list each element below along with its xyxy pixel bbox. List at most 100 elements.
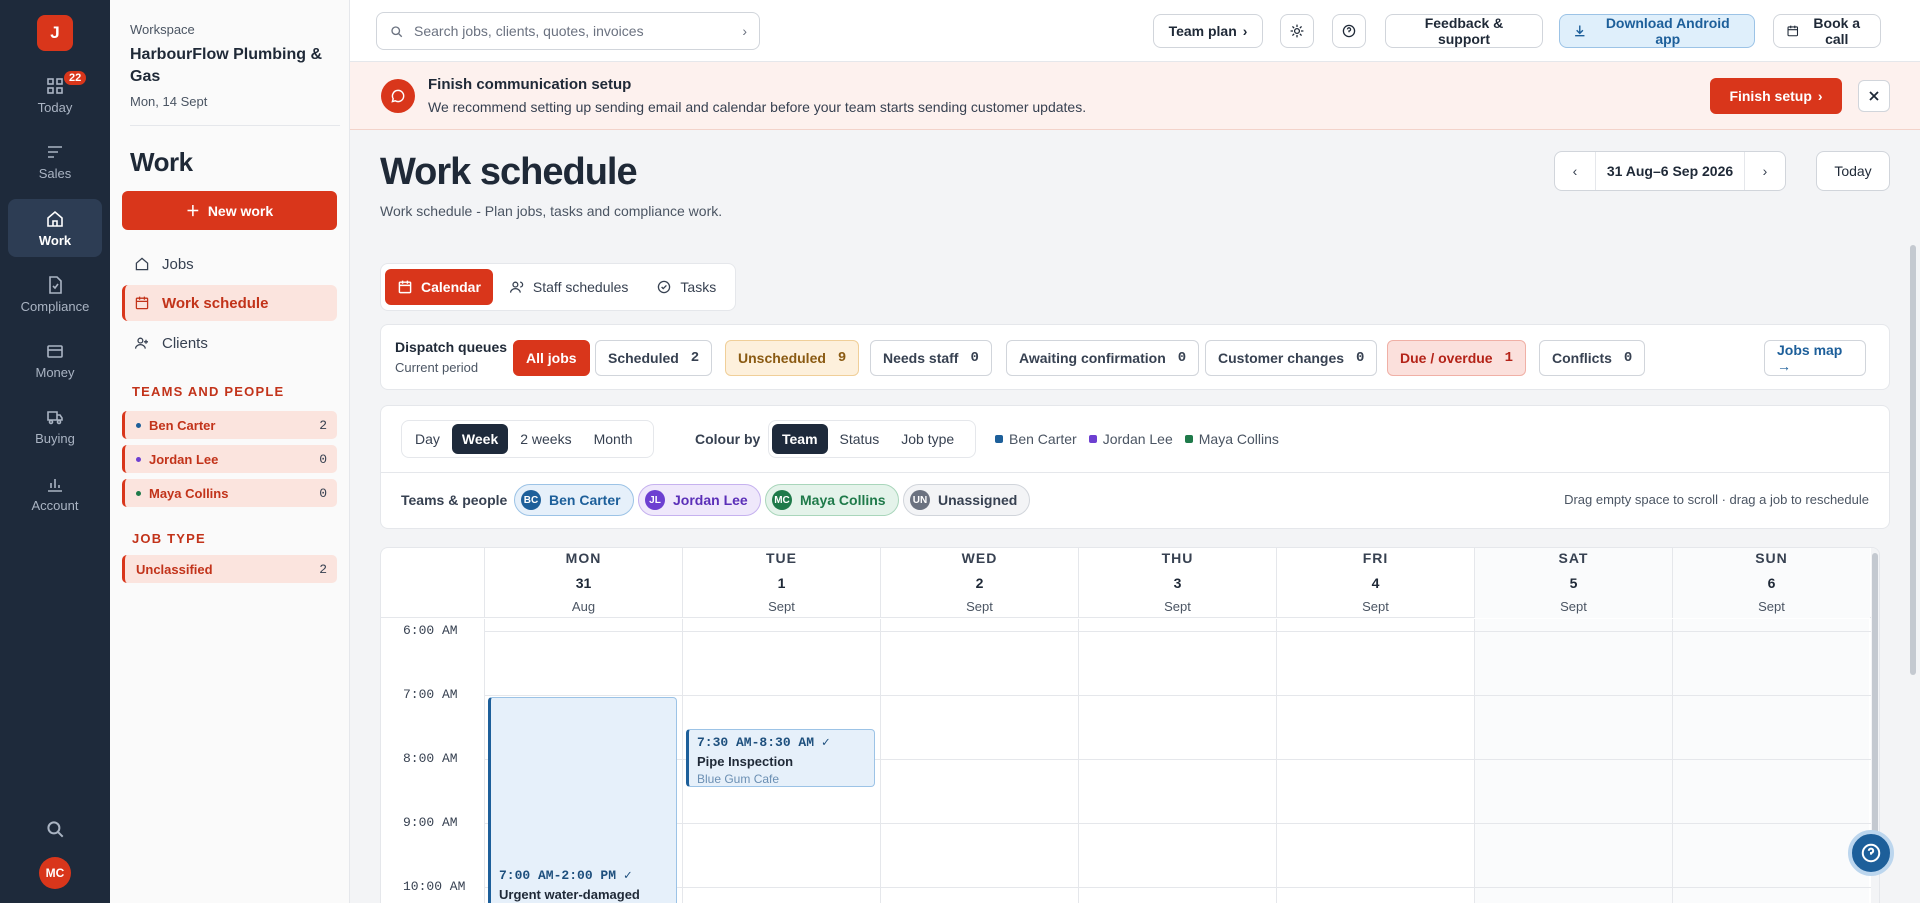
legend-label: Ben Carter (1009, 431, 1077, 447)
book-call-button[interactable]: Book a call (1773, 14, 1881, 48)
person-chip-unassigned[interactable]: UN Unassigned (903, 484, 1031, 516)
next-week-button[interactable]: › (1745, 152, 1785, 190)
jobs-map-link[interactable]: Jobs map → (1764, 340, 1866, 376)
team-filter-ben-carter[interactable]: Ben Carter 2 (122, 411, 337, 439)
avatar: UN (910, 490, 930, 510)
calendar-event[interactable]: 7:30 AM-8:30 AM ✓ Pipe Inspection Blue G… (686, 729, 875, 787)
person-chip-ben-carter[interactable]: BC Ben Carter (514, 484, 634, 516)
queue-all-jobs[interactable]: All jobs (513, 340, 590, 376)
queue-unscheduled[interactable]: Unscheduled 9 (725, 340, 860, 376)
search-icon (391, 25, 403, 37)
event-title: Urgent water-damaged (499, 887, 640, 902)
sidebar-item-work-schedule[interactable]: Work schedule (122, 285, 337, 321)
range-2-weeks[interactable]: 2 weeks (510, 424, 581, 454)
legend-swatch (1184, 435, 1193, 443)
person-chip-maya-collins[interactable]: MC Maya Collins (765, 484, 899, 516)
team-plan-button[interactable]: Team plan › (1153, 14, 1263, 48)
settings-button[interactable] (1280, 14, 1314, 48)
rail-item-account[interactable]: Account (8, 464, 102, 522)
queue-scheduled[interactable]: Scheduled 2 (595, 340, 713, 376)
jobtype-count: 2 (319, 561, 327, 577)
hour-line (485, 887, 1879, 888)
tab-staff-schedules[interactable]: Staff schedules (497, 269, 640, 305)
download-android-button[interactable]: Download Android app (1559, 14, 1755, 48)
close-banner-button[interactable] (1858, 80, 1890, 112)
page-title: Work schedule (380, 151, 638, 193)
home-icon (135, 257, 149, 271)
user-avatar[interactable]: MC (39, 857, 71, 889)
queue-needs-staff[interactable]: Needs staff 0 (870, 340, 992, 376)
workspace-name[interactable]: HarbourFlow Plumbing & Gas (130, 44, 340, 88)
help-button[interactable] (1332, 14, 1366, 48)
range-selector: Day Week 2 weeks Month (401, 420, 654, 458)
help-chat-button[interactable] (1848, 830, 1894, 876)
colour-by-status[interactable]: Status (830, 424, 890, 454)
rail-item-buying[interactable]: Buying (8, 397, 102, 455)
sidebar-item-jobs[interactable]: Jobs (122, 246, 337, 282)
wallet-icon (47, 344, 63, 358)
calendar-grid[interactable]: 6:00 AM 7:00 AM 8:00 AM 9:00 AM 10:00 AM… (381, 619, 1879, 903)
queue-count: 1 (1504, 350, 1513, 366)
queue-label: Needs staff (883, 350, 959, 366)
sidebar-item-clients[interactable]: Clients (122, 325, 337, 361)
calendar-event[interactable]: 7:00 AM-2:00 PM ✓ Urgent water-damaged (488, 697, 677, 903)
search-placeholder: Search jobs, clients, quotes, invoices (414, 23, 644, 39)
range-month[interactable]: Month (584, 424, 643, 454)
finish-setup-button[interactable]: Finish setup › (1710, 78, 1842, 114)
rail-item-compliance[interactable]: Compliance (8, 265, 102, 323)
time-label: 10:00 AM (403, 879, 466, 894)
colour-by-team[interactable]: Team (772, 424, 828, 454)
teams-section-title: TEAMS AND PEOPLE (132, 384, 285, 399)
feedback-label: Feedback & support (1424, 15, 1504, 47)
tab-calendar[interactable]: Calendar (385, 269, 493, 305)
queue-count: 9 (837, 350, 847, 366)
chevron-right-icon: › (1817, 88, 1823, 104)
tab-label: Calendar (421, 279, 481, 295)
search-icon[interactable] (44, 818, 66, 840)
legend-swatch (1088, 435, 1097, 443)
event-client: Blue Gum Cafe (697, 772, 780, 786)
feedback-button[interactable]: Feedback & support (1385, 14, 1543, 48)
day-month: Sept (1560, 599, 1587, 614)
rail-item-work[interactable]: Work (8, 199, 102, 257)
drag-hint: Drag empty space to scroll · drag a job … (1564, 492, 1869, 507)
queue-conflicts[interactable]: Conflicts 0 (1539, 340, 1646, 376)
rail-item-sales[interactable]: Sales (8, 132, 102, 190)
sidebar-item-label: Jobs (162, 255, 194, 273)
rail-item-money[interactable]: Money (8, 331, 102, 389)
day-header-sun: SUN 6 Sept (1672, 548, 1870, 618)
queue-count: 2 (690, 350, 700, 366)
queue-awaiting-confirmation[interactable]: Awaiting confirmation 0 (1006, 340, 1200, 376)
day-date: 3 (1173, 575, 1182, 591)
scrollbar-thumb[interactable] (1872, 553, 1878, 873)
new-work-button[interactable]: ＋ New work (122, 191, 337, 230)
legend-item: Ben Carter (995, 431, 1077, 447)
hour-line (485, 631, 1879, 632)
person-chip-jordan-lee[interactable]: JL Jordan Lee (638, 484, 761, 516)
day-date: 6 (1767, 575, 1776, 591)
section-title: Work (130, 147, 193, 177)
sales-icon (48, 145, 62, 158)
previous-week-button[interactable]: ‹ (1555, 152, 1595, 190)
queue-due-overdue[interactable]: Due / overdue 1 (1387, 340, 1526, 376)
team-filter-jordan-lee[interactable]: Jordan Lee 0 (122, 445, 337, 473)
calendar-icon (1787, 25, 1799, 37)
avatar: MC (772, 490, 792, 510)
rail-item-today[interactable]: Today 22 (8, 66, 102, 124)
search-bar[interactable]: Search jobs, clients, quotes, invoices › (376, 12, 760, 50)
legend-label: Jordan Lee (1102, 431, 1173, 447)
team-filter-maya-collins[interactable]: Maya Collins 0 (122, 479, 337, 507)
day-date: 31 (575, 575, 592, 591)
legend-item: Maya Collins (1184, 431, 1279, 447)
page-scrollbar[interactable] (1910, 245, 1916, 675)
tab-tasks[interactable]: Tasks (644, 269, 728, 305)
jobtype-filter-unclassified[interactable]: Unclassified 2 (122, 555, 337, 583)
range-week[interactable]: Week (451, 424, 509, 454)
range-day[interactable]: Day (405, 424, 450, 454)
queue-customer-changes[interactable]: Customer changes 0 (1205, 340, 1378, 376)
today-button[interactable]: Today (1816, 151, 1890, 191)
app-logo[interactable]: J (37, 15, 73, 51)
day-header-thu: THU 3 Sept (1078, 548, 1276, 618)
colour-by-job-type[interactable]: Job type (891, 424, 964, 454)
download-icon (1575, 25, 1585, 37)
